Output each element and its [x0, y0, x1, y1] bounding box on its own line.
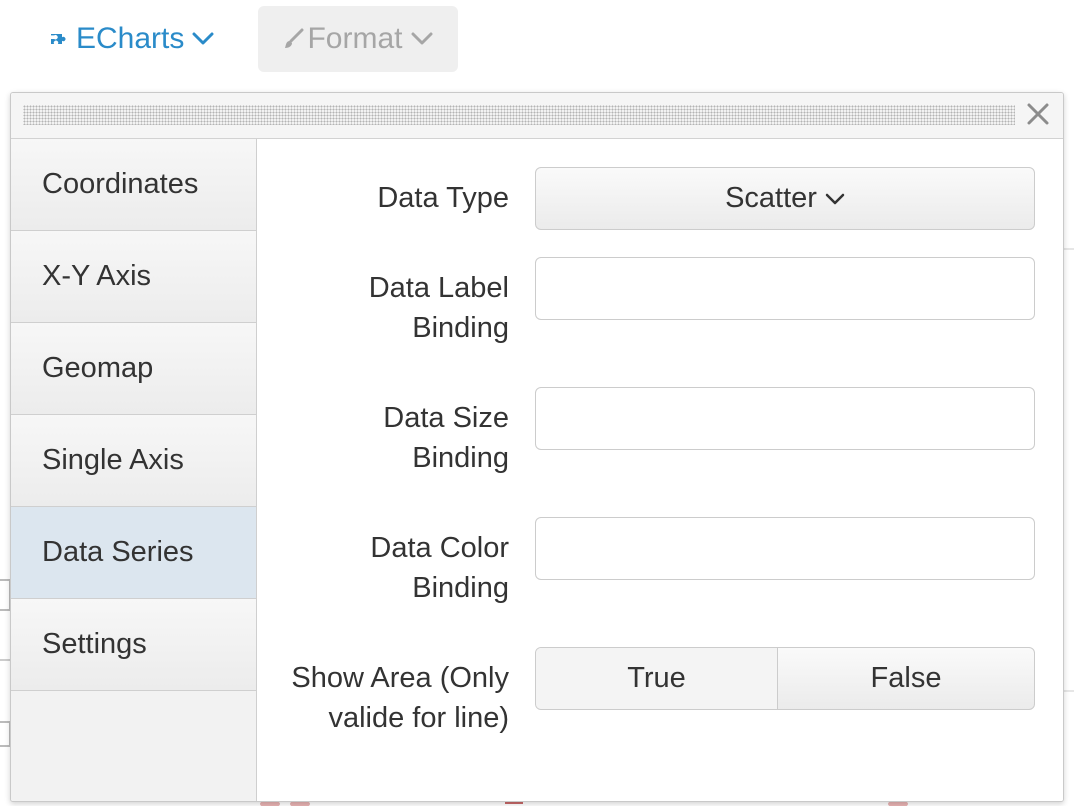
sidebar-item-label: X-Y Axis [42, 260, 152, 292]
sidebar-item-geomap[interactable]: Geomap [11, 323, 256, 415]
data-size-binding-label: Data Size Binding [383, 402, 509, 474]
puzzle-icon [46, 27, 70, 51]
sidebar-item-label: Settings [42, 628, 147, 660]
show-area-label: Show Area (Only valide for line) [291, 662, 509, 734]
dialog-sidebar: Coordinates X-Y Axis Geomap Single Axis … [11, 139, 257, 801]
sidebar-item-data-series[interactable]: Data Series [11, 507, 256, 599]
data-series-panel: Data Type Scatter Data Label Binding Dat [257, 139, 1063, 801]
data-color-binding-input[interactable] [535, 517, 1035, 580]
sidebar-item-label: Coordinates [42, 168, 199, 200]
data-color-binding-label: Data Color Binding [370, 532, 509, 604]
chevron-down-icon [411, 32, 433, 46]
show-area-true-button[interactable]: True [536, 648, 779, 709]
data-label-binding-label: Data Label Binding [368, 272, 509, 344]
brush-icon [283, 28, 305, 50]
dialog-header [11, 93, 1063, 139]
data-size-binding-input[interactable] [535, 387, 1035, 450]
chevron-down-icon [192, 32, 214, 46]
data-type-value: Scatter [725, 182, 817, 214]
sidebar-item-label: Single Axis [42, 444, 184, 476]
show-area-false-button[interactable]: False [778, 648, 1034, 709]
echarts-menu-label: ECharts [76, 22, 185, 55]
sidebar-item-xy-axis[interactable]: X-Y Axis [11, 231, 256, 323]
format-menu-label: Format [307, 22, 403, 55]
close-button[interactable] [1023, 101, 1053, 131]
close-icon [1026, 102, 1050, 131]
page: ECharts Format Coordinates X-Y Axis Geom… [0, 0, 1074, 806]
sidebar-item-label: Data Series [42, 536, 194, 568]
chevron-down-icon [825, 193, 845, 205]
data-type-label: Data Type [377, 182, 509, 214]
background-gridline [1064, 690, 1074, 692]
sidebar-item-label: Geomap [42, 352, 154, 384]
sidebar-item-single-axis[interactable]: Single Axis [11, 415, 256, 507]
echarts-menu-button[interactable]: ECharts [34, 6, 226, 72]
data-type-select[interactable]: Scatter [535, 167, 1035, 230]
show-area-toggle: True False [535, 647, 1035, 710]
format-dialog: Coordinates X-Y Axis Geomap Single Axis … [10, 92, 1064, 802]
data-label-binding-input[interactable] [535, 257, 1035, 320]
format-menu-button[interactable]: Format [258, 6, 458, 72]
drag-handle[interactable] [23, 105, 1015, 125]
sidebar-item-coordinates[interactable]: Coordinates [11, 139, 256, 231]
sidebar-item-settings[interactable]: Settings [11, 599, 256, 691]
background-gridline [1064, 248, 1074, 250]
